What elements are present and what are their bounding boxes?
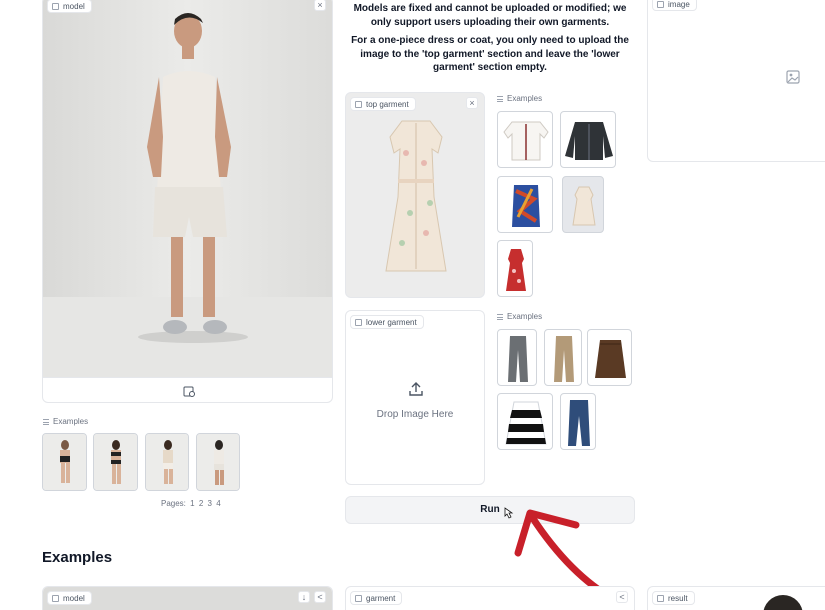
top-garment-close-button[interactable]: × — [466, 97, 478, 109]
model-example-thumb[interactable] — [93, 433, 138, 491]
camera-upload-icon[interactable] — [183, 386, 195, 397]
model-close-button[interactable]: × — [314, 0, 326, 11]
model-photo — [43, 0, 332, 377]
lower-garment-label: lower garment — [366, 317, 417, 327]
lower-examples-label: Examples — [497, 312, 542, 321]
lower-example-thumb[interactable] — [544, 329, 582, 386]
image-icon — [657, 0, 664, 8]
lower-example-thumb[interactable] — [497, 393, 553, 450]
model-label: model — [63, 1, 85, 11]
pagination: Pages: 1 2 3 4 — [161, 499, 221, 508]
image-icon — [355, 100, 362, 108]
pages-label: Pages: — [161, 499, 186, 508]
bottom-garment-label: garment — [366, 593, 396, 603]
top-example-thumb[interactable] — [497, 240, 533, 297]
top-example-thumb[interactable] — [560, 111, 616, 168]
top-examples-label: Examples — [497, 94, 542, 103]
result-photo-fragment — [763, 595, 803, 610]
top-example-thumb[interactable] — [562, 176, 604, 233]
image-icon — [52, 594, 59, 602]
bottom-model-panel: model ↓ < — [42, 586, 333, 610]
top-example-thumb[interactable] — [497, 176, 553, 233]
top-garment-label: top garment — [366, 99, 409, 109]
instructions-line-2: For a one-piece dress or coat, you only … — [351, 35, 629, 73]
image-icon — [355, 594, 362, 602]
drop-image-text: Drop Image Here — [376, 409, 454, 420]
page-link[interactable]: 2 — [199, 499, 203, 508]
model-example-thumb[interactable] — [42, 433, 87, 491]
image-icon — [355, 318, 362, 326]
share-icon[interactable]: < — [314, 591, 326, 603]
top-garment-image — [385, 120, 447, 272]
model-example-thumb[interactable] — [145, 433, 189, 491]
share-icon[interactable]: < — [616, 591, 628, 603]
lower-example-thumb[interactable] — [560, 393, 596, 450]
image-label-tag: image — [652, 0, 697, 11]
model-upload-bar — [43, 377, 332, 402]
download-icon[interactable]: ↓ — [298, 591, 310, 603]
upload-icon — [409, 382, 423, 396]
image-output-panel: image — [647, 0, 825, 162]
top-garment-panel[interactable]: top garment × — [345, 92, 485, 298]
list-icon — [497, 95, 503, 102]
page-link[interactable]: 1 — [190, 499, 194, 508]
page-link[interactable]: 4 — [216, 499, 220, 508]
image-placeholder-icon — [786, 70, 800, 84]
lower-garment-label-tag: lower garment — [350, 315, 424, 329]
page-link[interactable]: 3 — [208, 499, 212, 508]
model-example-thumb[interactable] — [196, 433, 240, 491]
instructions-line-1: Models are fixed and cannot be uploaded … — [353, 3, 627, 28]
lower-garment-panel[interactable]: lower garment Drop Image Here — [345, 310, 485, 485]
bottom-result-panel: result — [647, 586, 825, 610]
bottom-garment-label-tag: garment — [350, 591, 403, 605]
bottom-garment-panel: garment < — [345, 586, 635, 610]
bottom-model-label-tag: model — [47, 591, 92, 605]
image-label: image — [668, 0, 690, 9]
bottom-model-label: model — [63, 593, 85, 603]
model-label-tag: model — [47, 0, 92, 13]
model-examples-label: Examples — [43, 417, 88, 426]
image-icon — [52, 2, 59, 10]
instructions-text: Models are fixed and cannot be uploaded … — [345, 2, 635, 80]
bottom-result-label: result — [668, 593, 688, 603]
examples-section-title: Examples — [42, 549, 113, 566]
run-label: Run — [480, 504, 500, 515]
lower-example-thumb[interactable] — [497, 329, 537, 386]
top-garment-label-tag: top garment — [350, 97, 416, 111]
list-icon — [43, 418, 49, 425]
lower-example-thumb[interactable] — [587, 329, 632, 386]
top-example-thumb[interactable] — [497, 111, 553, 168]
list-icon — [497, 313, 503, 320]
model-panel: model × — [42, 0, 333, 403]
bottom-result-label-tag: result — [652, 591, 695, 605]
image-icon — [657, 594, 664, 602]
